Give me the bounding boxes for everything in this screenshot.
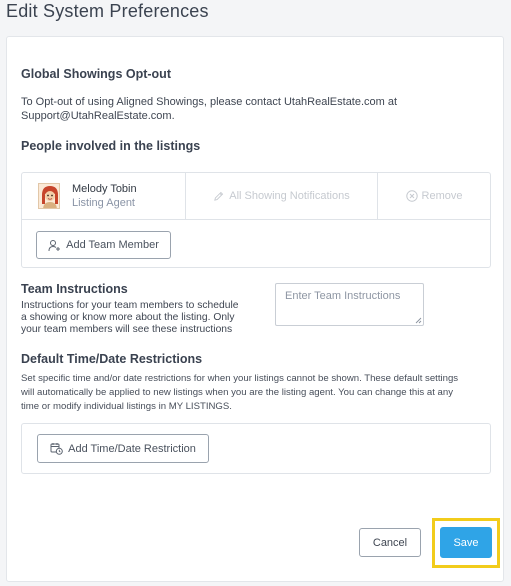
- person-row: Melody Tobin Listing Agent: [22, 173, 186, 220]
- cancel-button[interactable]: Cancel: [359, 528, 421, 557]
- restrictions-line3: time or modify individual listings in MY…: [21, 401, 232, 412]
- person-role: Listing Agent: [72, 197, 135, 209]
- page-title: Edit System Preferences: [6, 1, 209, 21]
- restrictions-box: Add Time/Date Restriction: [21, 423, 491, 474]
- add-time-date-restriction-label: Add Time/Date Restriction: [68, 442, 196, 455]
- remove-button[interactable]: Remove: [378, 173, 490, 220]
- save-button[interactable]: Save: [440, 527, 492, 558]
- team-instructions-line2: a showing or know more about the listing…: [21, 312, 235, 323]
- avatar: [38, 183, 60, 209]
- add-user-icon: [48, 239, 61, 252]
- all-showing-notifications-button[interactable]: All Showing Notifications: [186, 173, 378, 220]
- add-time-date-restriction-button[interactable]: Add Time/Date Restriction: [37, 434, 209, 463]
- person-name: Melody Tobin: [72, 183, 137, 195]
- team-instructions-line1: Instructions for your team members to sc…: [21, 300, 239, 311]
- team-instructions-line3: your team members will see these instruc…: [21, 324, 233, 335]
- team-instructions-input[interactable]: [275, 283, 424, 326]
- optout-heading: Global Showings Opt-out: [21, 67, 171, 81]
- preferences-card: Global Showings Opt-out To Opt-out of us…: [6, 36, 504, 582]
- notifications-label: All Showing Notifications: [229, 190, 350, 202]
- x-circle-icon: [405, 190, 418, 202]
- calendar-clock-icon: [50, 442, 63, 455]
- add-team-member-button[interactable]: Add Team Member: [36, 231, 171, 259]
- add-team-member-label: Add Team Member: [66, 239, 159, 251]
- optout-text-line1: To Opt-out of using Aligned Showings, pl…: [21, 96, 398, 108]
- optout-text-line2: Support@UtahRealEstate.com.: [21, 110, 175, 122]
- resize-grip-icon[interactable]: [415, 317, 422, 324]
- people-heading: People involved in the listings: [21, 139, 201, 153]
- restrictions-line2: will automatically be applied to new lis…: [21, 387, 453, 398]
- restrictions-line1: Set specific time and/or date restrictio…: [21, 373, 459, 384]
- remove-label: Remove: [421, 190, 463, 202]
- people-table: Melody Tobin Listing Agent All Showing N…: [21, 172, 491, 268]
- team-instructions-heading: Team Instructions: [21, 282, 128, 296]
- restrictions-heading: Default Time/Date Restrictions: [21, 352, 203, 366]
- pencil-icon: [213, 191, 224, 202]
